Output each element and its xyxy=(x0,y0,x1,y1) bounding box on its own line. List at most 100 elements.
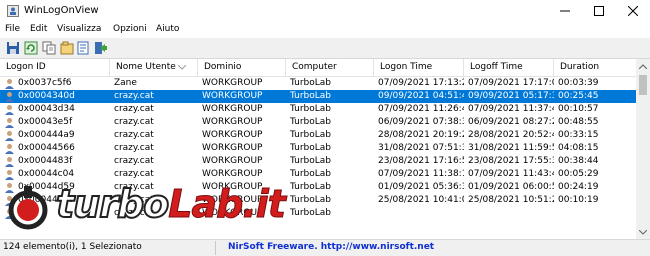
table-cell: WORKGROUP xyxy=(202,78,263,88)
table-cell: 0x000444a9 xyxy=(18,130,75,140)
table-cell: 07/09/2021 11:38:11 xyxy=(378,169,464,179)
table-row[interactable]: 0x00043d34 crazy.cat WORKGROUP TurboLab 07/0… xyxy=(0,103,636,116)
table-row[interactable]: 0x0004483f crazy.cat WORKGROUP TurboLab 23/0… xyxy=(0,155,636,168)
sort-arrow-icon xyxy=(178,65,186,70)
copy-icon[interactable] xyxy=(42,41,56,55)
menu-edit[interactable]: Edit xyxy=(30,24,47,34)
status-bar: 124 elemento(i), 1 Selezionato NirSoft F… xyxy=(0,239,650,256)
table-cell: TurboLab xyxy=(290,104,331,114)
table-cell: TurboLab xyxy=(290,117,331,127)
table-cell: 07/09/2021 11:43:41 xyxy=(468,169,554,179)
table-row[interactable]: 0x0004340d crazy.cat WORKGROUP TurboLab 09/0… xyxy=(0,90,636,103)
table-cell: crazy.cat xyxy=(114,104,154,114)
table-cell: 01/09/2021 06:00:54 xyxy=(468,182,554,192)
table-cell: 00:03:39 xyxy=(558,78,599,88)
nirsoft-link[interactable]: NirSoft Freeware. http://www.nirsoft.net xyxy=(228,242,434,252)
menu-bar: File Edit Visualizza Opzioni Aiuto xyxy=(0,22,650,38)
menu-visualizza[interactable]: Visualizza xyxy=(57,24,101,34)
table-cell: 00:10:57 xyxy=(558,104,599,114)
table-cell: 25/08/2021 10:51:23 xyxy=(468,195,554,205)
maximize-icon xyxy=(594,6,604,16)
table-cell: Zane xyxy=(114,78,137,88)
table-row[interactable]: 0x00044c04 crazy.cat WORKGROUP TurboLab 07/0… xyxy=(0,168,636,181)
maximize-button[interactable] xyxy=(582,0,616,22)
scroll-thumb[interactable] xyxy=(639,75,647,95)
table-cell: WORKGROUP xyxy=(202,117,263,127)
column-header-logon-id[interactable]: Logon ID xyxy=(0,59,110,76)
table-cell: TurboLab xyxy=(290,91,331,101)
table-cell: 04:08:15 xyxy=(558,143,599,153)
table-cell: 0x00043d34 xyxy=(18,104,75,114)
table-cell: TurboLab xyxy=(290,143,331,153)
table-cell: crazy.cat xyxy=(114,156,154,166)
chevron-down-icon xyxy=(639,229,647,235)
table-cell: 0x0037c5f6 xyxy=(18,78,72,88)
report-icon[interactable] xyxy=(76,41,90,55)
status-divider xyxy=(215,241,216,255)
table-cell xyxy=(464,207,554,220)
close-button[interactable] xyxy=(616,0,650,22)
column-header-logoff-time[interactable]: Logoff Time xyxy=(464,59,554,76)
table-cell: 0x00044c04 xyxy=(18,169,75,179)
table-cell: 00:05:29 xyxy=(558,169,599,179)
table-cell: 23/08/2021 17:55:38 xyxy=(468,156,554,166)
table-cell: 0x00043e5f xyxy=(18,117,73,127)
table-cell: WORKGROUP xyxy=(202,143,263,153)
properties-icon[interactable] xyxy=(60,41,74,55)
status-item-count: 124 elemento(i), 1 Selezionato xyxy=(3,242,142,252)
column-header-duration[interactable]: Duration xyxy=(554,59,636,76)
column-header-nome-utente[interactable]: Nome Utente xyxy=(110,59,198,76)
column-header-dominio[interactable]: Dominio xyxy=(198,59,286,76)
table-cell: 07/09/2021 11:26:47 xyxy=(378,104,464,114)
save-icon[interactable] xyxy=(6,41,20,55)
table-cell xyxy=(554,207,636,220)
column-header-logon-time[interactable]: Logon Time xyxy=(374,59,464,76)
turbolab-watermark-text: turboLab.it xyxy=(55,181,286,227)
exit-icon[interactable] xyxy=(94,41,108,55)
scroll-up-button[interactable] xyxy=(636,59,650,73)
table-row[interactable]: 0x000444a9 crazy.cat WORKGROUP TurboLab 28/0… xyxy=(0,129,636,142)
table-cell: 07/09/2021 11:37:45 xyxy=(468,104,554,114)
scroll-down-button[interactable] xyxy=(636,225,650,239)
list-header: Logon ID Nome Utente Dominio Computer Lo… xyxy=(0,59,636,77)
table-cell: crazy.cat xyxy=(114,143,154,153)
table-cell: TurboLab xyxy=(290,156,331,166)
table-row[interactable]: 0x0037c5f6 Zane WORKGROUP TurboLab 07/09/202… xyxy=(0,77,636,90)
minimize-button[interactable] xyxy=(548,0,582,22)
table-cell: crazy.cat xyxy=(114,91,154,101)
app-icon xyxy=(7,5,19,17)
table-cell: 28/08/2021 20:52:42 xyxy=(468,130,554,140)
watermark-part-1: turbo xyxy=(55,181,170,227)
table-row[interactable]: 0x00043e5f crazy.cat WORKGROUP TurboLab 06/0… xyxy=(0,116,636,129)
table-cell: 00:24:19 xyxy=(558,182,599,192)
window-title: WinLogOnView xyxy=(24,5,99,16)
table-cell: 31/08/2021 11:59:53 xyxy=(468,143,554,153)
table-cell: WORKGROUP xyxy=(202,104,263,114)
table-cell: crazy.cat xyxy=(114,169,154,179)
table-cell: WORKGROUP xyxy=(202,130,263,140)
table-cell: TurboLab xyxy=(290,130,331,140)
menu-aiuto[interactable]: Aiuto xyxy=(156,24,179,34)
table-cell xyxy=(374,207,464,220)
toolbar xyxy=(0,38,650,59)
table-cell: WORKGROUP xyxy=(202,169,263,179)
table-cell: TurboLab xyxy=(290,169,331,179)
refresh-icon[interactable] xyxy=(24,41,38,55)
table-cell: 07/09/2021 17:13:23 xyxy=(378,78,464,88)
table-cell: 00:38:44 xyxy=(558,156,599,166)
table-cell: 0x00044566 xyxy=(18,143,75,153)
table-cell: 06/09/2021 07:38:32 xyxy=(378,117,464,127)
table-cell: WORKGROUP xyxy=(202,91,263,101)
table-row[interactable]: 0x00044566 crazy.cat WORKGROUP TurboLab 31/0… xyxy=(0,142,636,155)
table-cell: 00:10:19 xyxy=(558,195,599,205)
title-bar[interactable]: WinLogOnView xyxy=(0,0,650,22)
vertical-scrollbar[interactable] xyxy=(636,59,650,239)
table-cell: WORKGROUP xyxy=(202,156,263,166)
table-cell: 09/09/2021 05:17:30 xyxy=(468,91,554,101)
menu-file[interactable]: File xyxy=(5,24,20,34)
table-cell: 25/08/2021 10:41:03 xyxy=(378,195,464,205)
menu-opzioni[interactable]: Opzioni xyxy=(113,24,147,34)
table-cell: 0x0004340d xyxy=(18,91,75,101)
column-header-computer[interactable]: Computer xyxy=(286,59,374,76)
table-cell: 00:25:45 xyxy=(558,91,599,101)
